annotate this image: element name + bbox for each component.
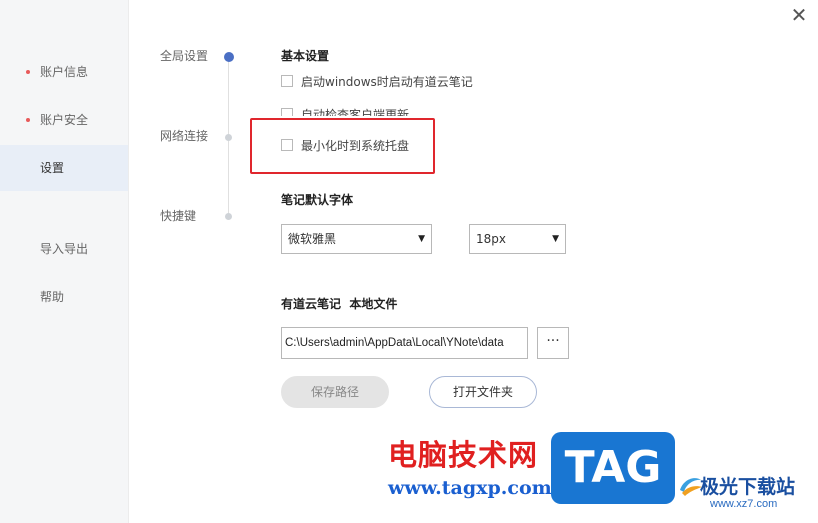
save-path-button[interactable]: 保存路径	[281, 376, 389, 408]
sidebar-item-label: 账户信息	[40, 65, 89, 79]
sidebar-item-account-security[interactable]: 账户安全	[0, 97, 128, 143]
option-minimize-to-tray[interactable]: 最小化时到系统托盘	[281, 137, 441, 153]
checkbox[interactable]	[281, 108, 293, 116]
sidebar-item-settings[interactable]: 设置	[0, 145, 128, 191]
dropdown-arrow-icon: ▼	[418, 234, 425, 244]
sidebar-item-label: 导入导出	[40, 242, 89, 256]
sidebar-item-label: 账户安全	[40, 113, 89, 127]
font-family-value: 微软雅黑	[288, 232, 337, 246]
bullet-dot-icon	[26, 118, 30, 122]
nav-dot-active-icon	[224, 52, 234, 62]
watermark-brand-cn: 电脑技术网	[388, 438, 539, 472]
checkbox[interactable]	[281, 139, 293, 151]
nav-dot-icon	[225, 213, 232, 220]
watermark-site-cn: 极光下载站	[700, 476, 796, 498]
browse-button[interactable]: ···	[537, 327, 569, 359]
basic-settings-title: 基本设置	[281, 49, 330, 63]
nav-dot-icon	[225, 134, 232, 141]
sidebar-item-help[interactable]: 帮助	[0, 274, 128, 320]
option-label: 启动windows时启动有道云笔记	[301, 75, 473, 89]
close-icon[interactable]: ✕	[790, 5, 808, 25]
option-launch-on-startup[interactable]: 启动windows时启动有道云笔记	[281, 73, 541, 89]
watermark-site-url: www.xz7.com	[710, 498, 778, 510]
font-settings-title: 笔记默认字体	[281, 193, 354, 207]
open-folder-button[interactable]: 打开文件夹	[429, 376, 537, 408]
font-family-select[interactable]: 微软雅黑 ▼	[281, 224, 432, 254]
sidebar-item-import-export[interactable]: 导入导出	[0, 226, 128, 272]
nav-item-shortcuts[interactable]: 快捷键	[160, 207, 196, 224]
sidebar-item-account-info[interactable]: 账户信息	[0, 49, 128, 95]
watermark-brand-url: www.tagxp.com	[388, 477, 552, 499]
storage-path-input[interactable]: C:\Users\admin\AppData\Local\YNote\data	[281, 327, 528, 359]
tag-logo-text: TAG	[564, 442, 662, 493]
nav-item-global[interactable]: 全局设置	[160, 47, 208, 64]
bullet-dot-icon	[26, 70, 30, 74]
watermark-tag-logo: TAG	[551, 432, 675, 504]
sidebar-item-label: 帮助	[40, 290, 65, 304]
nav-item-network[interactable]: 网络连接	[160, 127, 208, 144]
font-size-select[interactable]: 18px ▼	[469, 224, 566, 254]
option-label: 自动检查客户端更新	[301, 108, 410, 116]
dropdown-arrow-icon: ▼	[552, 234, 559, 244]
option-label: 最小化时到系统托盘	[301, 139, 410, 153]
sidebar-item-label: 设置	[40, 161, 65, 175]
checkbox[interactable]	[281, 75, 293, 87]
sidebar: 账户信息 账户安全 设置 导入导出 帮助	[0, 0, 129, 523]
storage-title: 有道云笔记 本地文件	[281, 297, 398, 311]
option-auto-update[interactable]: 自动检查客户端更新	[281, 106, 541, 116]
font-size-value: 18px	[476, 232, 506, 246]
